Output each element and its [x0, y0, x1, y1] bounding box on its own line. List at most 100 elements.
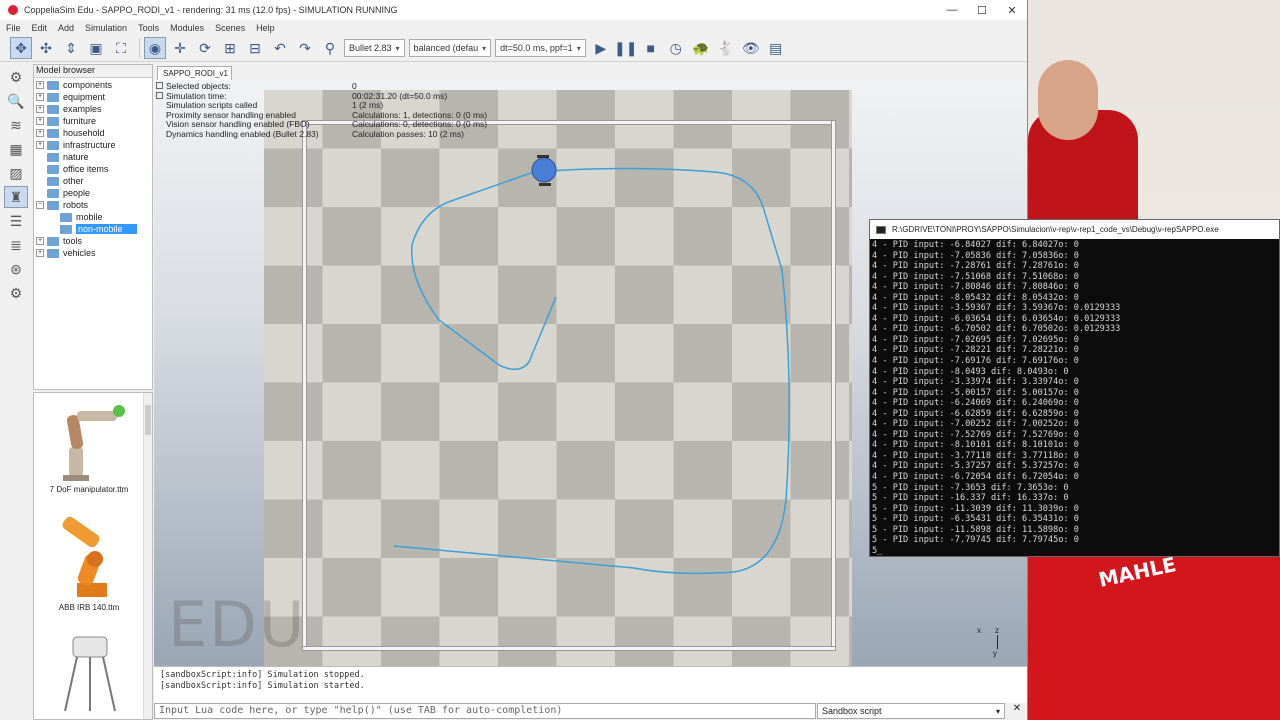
maximize-button[interactable]: ☐	[967, 4, 997, 17]
visualization-toggle-icon[interactable]: 👁	[740, 37, 762, 59]
menu-file[interactable]: File	[6, 23, 21, 33]
console-output-line: 5_	[872, 545, 883, 556]
sim-info-key: Dynamics handling enabled (Bullet 2.83)	[166, 128, 319, 139]
search-icon[interactable]: 🔍	[4, 90, 28, 112]
folder-icon	[60, 212, 72, 222]
menu-tools[interactable]: Tools	[138, 23, 159, 33]
console-output-line: 4 - PID input: -6.84027 dif: 6.84027o: 0	[872, 240, 1079, 250]
folder-icon	[47, 164, 59, 174]
thumb-delta-robot[interactable]	[34, 631, 144, 719]
stop-simulation-icon[interactable]: ■	[640, 37, 662, 59]
tree-item-other[interactable]: other	[36, 175, 152, 187]
close-window-button[interactable]: ✕	[997, 4, 1027, 17]
console-output-line: 4 - PID input: -8.10101 dif: 8.10101o: 0	[872, 440, 1079, 451]
console-window[interactable]: R:\GDRIVE\TONI\PROY\SAPPO\Simulacion\v-r…	[869, 219, 1280, 557]
console-output: 4 - PID input: -6.84027 dif: 6.84027o: 0…	[870, 239, 1279, 557]
tree-item-people[interactable]: people	[36, 187, 152, 199]
close-console-button[interactable]: ✕	[1010, 703, 1024, 719]
tree-item-robots[interactable]: − robots	[36, 199, 152, 211]
menu-simulation[interactable]: Simulation	[85, 23, 127, 33]
model-browser-header: Model browser	[34, 65, 152, 78]
physics-engine-select[interactable]: Bullet 2.83 ▾	[344, 39, 405, 57]
tree-item-components[interactable]: + components	[36, 79, 152, 91]
tab-scene[interactable]: SAPPO_RODI_v1	[157, 66, 232, 80]
console-line: [sandboxScript:info] Simulation started.	[160, 681, 365, 691]
tree-item-tools[interactable]: + tools	[36, 235, 152, 247]
object-shift-icon[interactable]: ✛	[169, 37, 191, 59]
tree-item-furniture[interactable]: + furniture	[36, 115, 152, 127]
console-output-line: 5 - PID input: -11.3039 dif: 11.3039o: 0	[872, 503, 1079, 514]
tree-item-mobile[interactable]: mobile	[36, 211, 152, 223]
camera-angle-icon[interactable]: ▣	[85, 37, 107, 59]
transfer-dna-icon[interactable]: ⊟	[244, 37, 266, 59]
tree-item-infrastructure[interactable]: + infrastructure	[36, 139, 152, 151]
tree-item-office-items[interactable]: office items	[36, 163, 152, 175]
folder-icon	[47, 200, 59, 210]
slow-down-icon[interactable]: 🐢	[690, 37, 712, 59]
console-output-line: 4 - PID input: -3.33974 dif: 3.33974o: 0	[872, 377, 1079, 388]
folder-icon	[47, 140, 59, 150]
lua-command-input[interactable]: Input Lua code here, or type "help()" (u…	[154, 703, 816, 719]
axes-gizmo: xz y	[977, 626, 999, 658]
click-select-icon[interactable]: ◉	[144, 37, 166, 59]
assemble-icon[interactable]: ⊞	[219, 37, 241, 59]
tree-item-examples[interactable]: + examples	[36, 103, 152, 115]
menu-edit[interactable]: Edit	[32, 23, 48, 33]
tree-item-household[interactable]: + household	[36, 127, 152, 139]
model-browser-icon[interactable]: ♜	[4, 186, 28, 208]
console-output-line: 4 - PID input: -7.00252 dif: 7.00252o: 0	[872, 419, 1079, 430]
person-face	[1038, 60, 1098, 140]
start-simulation-icon[interactable]: ▶	[590, 37, 612, 59]
folder-icon	[60, 224, 72, 234]
script-select[interactable]: Sandbox script ▾	[817, 703, 1005, 719]
object-rotate-icon[interactable]: ⟳	[194, 37, 216, 59]
hierarchy-icon[interactable]: ☰	[4, 210, 28, 232]
camera-shift-icon[interactable]: ⇕	[60, 37, 82, 59]
sim-info-value: Calculation passes: 10 (2 ms)	[352, 128, 464, 139]
redo-icon[interactable]: ↷	[294, 37, 316, 59]
tree-item-vehicles[interactable]: + vehicles	[36, 247, 152, 259]
user-settings-icon[interactable]: ⚙	[4, 282, 28, 304]
layers-icon[interactable]: ≋	[4, 114, 28, 136]
thumb-abb-irb-140[interactable]: ABB IRB 140.ttm	[34, 515, 144, 612]
calculation-modules-icon[interactable]: ▦	[4, 138, 28, 160]
menu-help[interactable]: Help	[256, 23, 275, 33]
scene-hierarchy-icon[interactable]: ⚙	[4, 66, 28, 88]
console-output-line: 5 - PID input: -7.79745 dif: 7.79745o: 0	[872, 535, 1079, 546]
tree-item-non-mobile[interactable]: non-mobile	[36, 223, 152, 235]
undo-icon[interactable]: ↶	[269, 37, 291, 59]
console-output-line: 4 - PID input: -7.69176 dif: 7.69176o: 0	[872, 356, 1079, 367]
fit-to-view-icon[interactable]: ⛶	[110, 37, 132, 59]
dynamics-mode-select[interactable]: balanced (defau ▾	[408, 39, 492, 57]
console-output-line: 4 - PID input: -7.05836 dif: 7.05836o: 0	[872, 250, 1079, 261]
console-output-line: 5 - PID input: -7.3653 dif: 7.3653o: 0	[872, 482, 1069, 493]
real-time-icon[interactable]: ◷	[665, 37, 687, 59]
model-browser: Model browser + components + equipment + ex…	[33, 64, 153, 390]
camera-rotate-icon[interactable]: ✣	[35, 37, 57, 59]
page-selector-icon[interactable]: ▤	[765, 37, 787, 59]
collections-icon[interactable]: ▨	[4, 162, 28, 184]
pause-simulation-icon[interactable]: ❚❚	[614, 37, 637, 59]
tree-item-equipment[interactable]: + equipment	[36, 91, 152, 103]
edu-watermark: EDU	[168, 588, 307, 661]
console-output-line: 4 - PID input: -5.00157 dif: 5.00157o: 0	[872, 387, 1079, 398]
thumb-7dof-manipulator[interactable]: 7 DoF manipulator.ttm	[34, 397, 144, 494]
folder-icon	[47, 80, 59, 90]
menu-modules[interactable]: Modules	[170, 23, 204, 33]
timestep-select[interactable]: dt=50.0 ms, ppf=1 ▾	[495, 39, 586, 57]
console-output-line: 5 - PID input: -6.35431 dif: 6.35431o: 0	[872, 514, 1079, 525]
menu-scenes[interactable]: Scenes	[215, 23, 245, 33]
minimize-button[interactable]: —	[937, 4, 967, 17]
console-output-line: 4 - PID input: -7.28221 dif: 7.28221o: 0	[872, 345, 1079, 356]
script-icon[interactable]: ⊛	[4, 258, 28, 280]
tree-item-nature[interactable]: nature	[36, 151, 152, 163]
dynamic-content-icon[interactable]: ⚲	[319, 37, 341, 59]
menu-add[interactable]: Add	[58, 23, 74, 33]
camera-pan-icon[interactable]: ✥	[10, 37, 32, 59]
speed-up-icon[interactable]: 🐇	[715, 37, 737, 59]
thumbnails-scrollbar[interactable]	[143, 393, 152, 719]
console-output-line: 4 - PID input: -7.02695 dif: 7.02695o: 0	[872, 334, 1079, 345]
console-output-line: 4 - PID input: -7.28761 dif: 7.28761o: 0	[872, 261, 1079, 272]
stack-icon[interactable]: ≣	[4, 234, 28, 256]
folder-icon	[47, 116, 59, 126]
